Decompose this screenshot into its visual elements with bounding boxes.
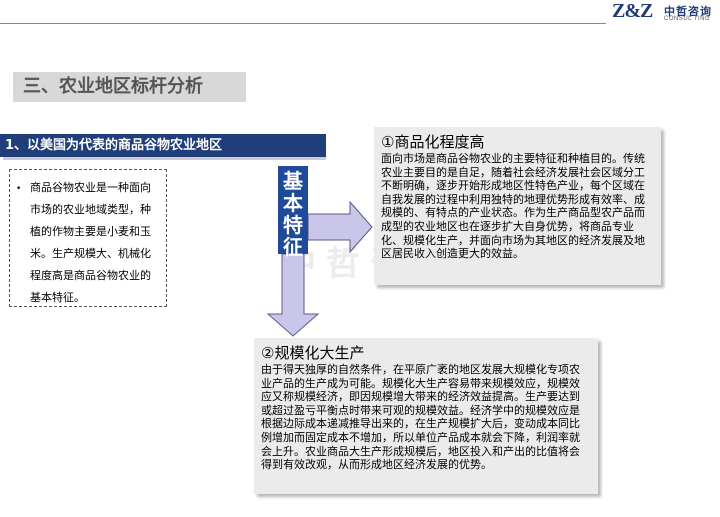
feature-card-title: ①商品化程度高 bbox=[381, 133, 485, 151]
feature-card-scale-production: ②规模化大生产 由于得天独厚的自然条件，在平原广袤的地区发展大规模化专项农业产品… bbox=[254, 338, 598, 494]
key-char-2: 本 bbox=[283, 191, 303, 215]
key-features-label-box: 基 本 特 征 bbox=[278, 166, 308, 258]
feature-card-commercialization: ①商品化程度高 面向市场是商品谷物农业的主要特征和种植目的。传统农业主要目的是自… bbox=[374, 127, 661, 285]
feature-card-body: 由于得天独厚的自然条件，在平原广袤的地区发展大规模化专项农业产品的生产成为可能。… bbox=[261, 363, 580, 472]
key-char-4: 征 bbox=[283, 235, 303, 259]
down-arrow-icon bbox=[266, 253, 320, 337]
feature-card-body: 面向市场是商品谷物农业的主要特征和种植目的。传统农业主要目的是自足，随着社会经济… bbox=[381, 152, 645, 261]
key-features-label: 基 本 特 征 bbox=[278, 170, 308, 258]
feature-card-title: ②规模化大生产 bbox=[261, 344, 365, 362]
key-char-3: 特 bbox=[283, 213, 303, 237]
right-arrow-icon bbox=[307, 200, 373, 254]
key-char-1: 基 bbox=[283, 169, 303, 193]
